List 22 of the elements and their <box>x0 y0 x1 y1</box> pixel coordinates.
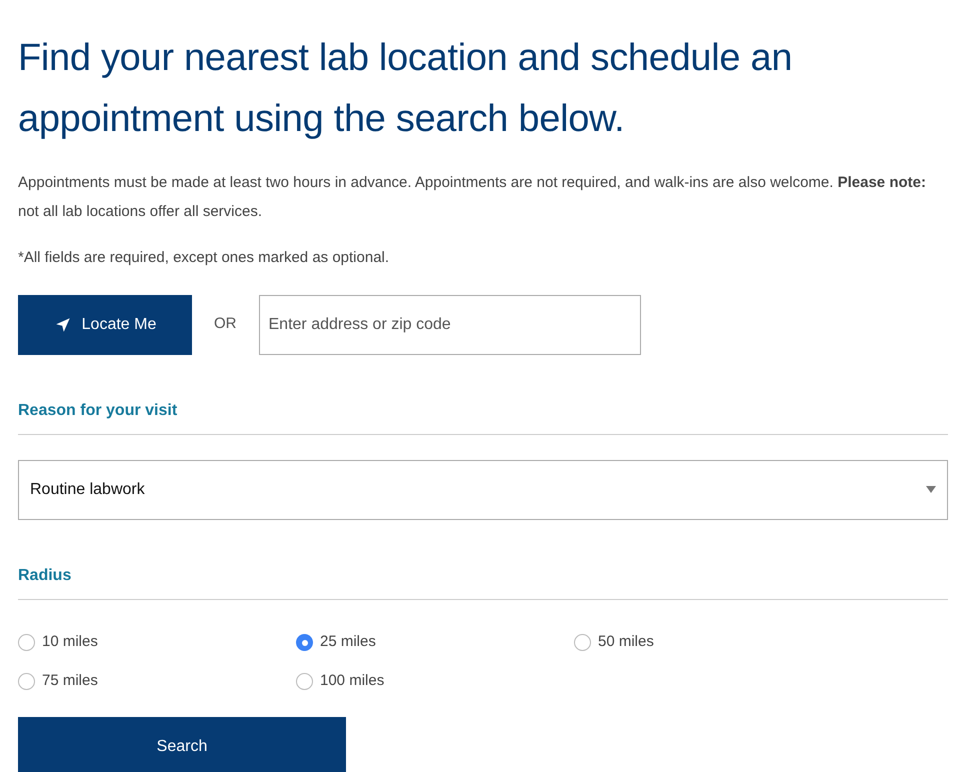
navigation-arrow-icon <box>54 316 72 334</box>
address-field[interactable]: Enter address or zip code <box>258 294 640 354</box>
page-heading: Find your nearest lab location and schedule an appointment using the search below. <box>18 36 794 142</box>
intro-paragraph: Appointments must be made at least two hours in advance. Appointments are not required, and walk-ins are also welcome. Please note: not all lab locations offer all services. <box>18 173 927 222</box>
reason-select[interactable]: Routine labwork <box>18 460 948 520</box>
dropdown-caret-icon <box>926 486 936 493</box>
radius-label: Radius <box>18 566 72 586</box>
locate-me-button[interactable]: Locate Me <box>18 294 192 354</box>
radius-option[interactable]: 10 miles <box>18 632 296 654</box>
radio-button[interactable] <box>18 634 35 651</box>
reason-label: Reason for your visit <box>18 400 178 420</box>
radio-button[interactable] <box>296 673 313 690</box>
search-button[interactable]: Search <box>18 716 346 772</box>
radio-button[interactable] <box>18 673 35 690</box>
or-label: OR <box>214 314 236 334</box>
radius-option[interactable]: 75 miles <box>18 670 296 692</box>
radius-option[interactable]: 25 miles <box>296 632 574 654</box>
radius-option[interactable]: 50 miles <box>574 632 852 654</box>
radio-button[interactable] <box>296 634 313 651</box>
radio-button[interactable] <box>574 634 591 651</box>
required-note: *All fields are required, except ones marked as optional. <box>18 248 390 268</box>
radius-option[interactable]: 100 miles <box>296 670 574 692</box>
